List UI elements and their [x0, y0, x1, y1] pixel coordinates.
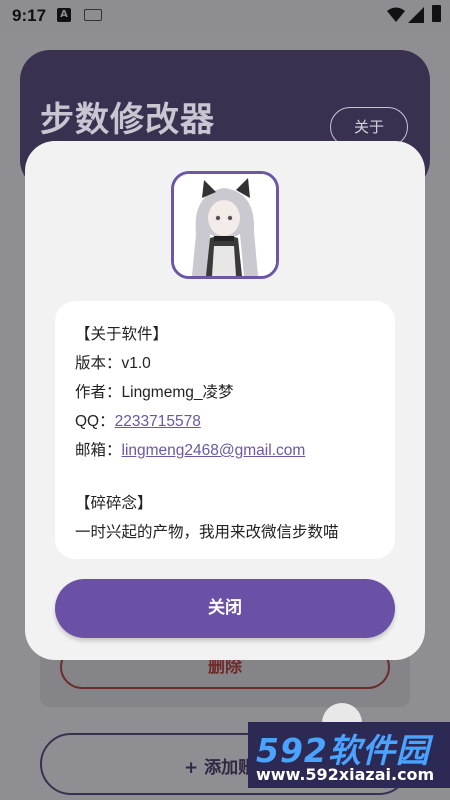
qq-label: QQ： — [75, 413, 115, 430]
watermark-url: www.592xiazai.com — [256, 765, 435, 784]
email-row: 邮箱：lingmeng2468@gmail.com — [75, 438, 305, 460]
version-text: 版本：v1.0 — [75, 355, 151, 372]
notes-text: 一时兴起的产物，我用来改微信步数喵 — [75, 524, 339, 541]
email-label: 邮箱： — [75, 442, 122, 459]
qq-link[interactable]: 2233715578 — [115, 413, 201, 430]
status-bar: 9:17 A — [0, 0, 450, 32]
app-title: 步数修改器 — [40, 100, 215, 140]
email-link[interactable]: lingmeng2468@gmail.com — [122, 442, 306, 459]
battery-icon — [432, 5, 441, 22]
info-card: 【关于软件】 版本：v1.0 作者：Lingmemg_凌梦 QQ：2233715… — [55, 301, 395, 559]
section-notes-heading: 【碎碎念】 — [75, 495, 153, 512]
qq-row: QQ：2233715578 — [75, 409, 201, 431]
section-about-heading: 【关于软件】 — [75, 326, 169, 343]
close-button[interactable]: 关闭 — [55, 579, 395, 638]
keyboard-icon — [84, 9, 102, 21]
avatar-illustration — [174, 174, 276, 276]
author-text: 作者：Lingmemg_凌梦 — [75, 384, 234, 401]
cellular-icon — [408, 7, 424, 23]
watermark-logo: 592软件园 www.592xiazai.com — [248, 722, 450, 788]
wifi-icon — [387, 7, 405, 22]
a-notification-icon: A — [57, 8, 71, 22]
about-dialog: 【关于软件】 版本：v1.0 作者：Lingmemg_凌梦 QQ：2233715… — [25, 141, 425, 660]
status-time: 9:17 — [12, 6, 47, 25]
avatar-image — [171, 171, 279, 279]
add-account-label: + 添加账 — [184, 758, 256, 778]
